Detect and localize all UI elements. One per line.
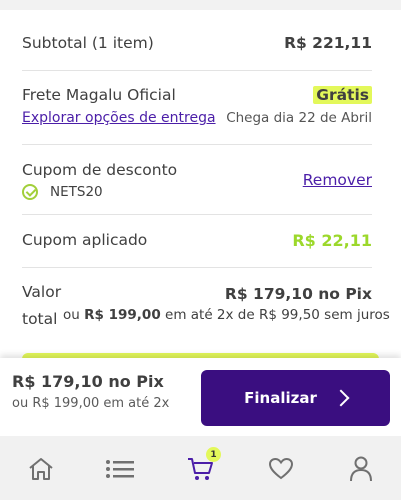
menu-icon <box>106 460 134 478</box>
arrival-date: Chega dia 22 de Abril <box>226 110 372 126</box>
applied-value: R$ 22,11 <box>292 231 372 250</box>
or-text: ou <box>63 307 80 323</box>
divider <box>22 144 372 145</box>
divider <box>22 70 372 71</box>
applied-label: Cupom aplicado <box>22 231 148 249</box>
remove-coupon-link[interactable]: Remover <box>303 171 372 189</box>
divider <box>22 267 372 268</box>
shipping-label: Frete Magalu Oficial <box>22 86 176 104</box>
subtotal-row: Subtotal (1 item) R$ 221,11 <box>22 34 372 52</box>
installments-text: em até 2x de R$ 99,50 sem juros <box>165 307 390 323</box>
total-label-line2: total <box>22 310 58 328</box>
total-label-line1: Valor <box>22 283 62 301</box>
applied-row: Cupom aplicado R$ 22,11 <box>22 231 372 250</box>
total-pix: R$ 179,10 no Pix <box>224 285 372 303</box>
explore-delivery-link[interactable]: Explorar opções de entrega <box>22 110 216 126</box>
coupon-code: NETS20 <box>50 184 103 200</box>
coupon-label: Cupom de desconto <box>22 161 178 179</box>
shipping-row: Frete Magalu Oficial Grátis <box>22 86 372 104</box>
top-strip <box>0 0 401 10</box>
checkout-footer: R$ 179,10 no Pix ou R$ 199,00 em até 2x … <box>0 358 401 436</box>
check-circle-icon <box>22 184 38 200</box>
shipping-details: Explorar opções de entrega Chega dia 22 … <box>22 110 372 126</box>
footer-installments: ou R$ 199,00 em até 2x <box>12 396 170 411</box>
finish-button[interactable]: Finalizar <box>201 370 390 426</box>
chevron-right-icon <box>332 389 350 407</box>
nav-account[interactable] <box>346 454 376 484</box>
free-badge: Grátis <box>313 86 372 104</box>
nav-favorites[interactable] <box>266 454 296 484</box>
subtotal-label: Subtotal (1 item) <box>22 34 154 52</box>
finish-label: Finalizar <box>244 389 317 407</box>
divider <box>22 214 372 215</box>
subtotal-value: R$ 221,11 <box>284 34 372 52</box>
bottom-nav <box>0 436 401 500</box>
heart-icon <box>268 457 294 480</box>
user-icon <box>350 456 372 482</box>
home-icon <box>29 458 53 480</box>
shipping-price: Grátis <box>313 86 372 104</box>
alt-price: R$ 199,00 <box>84 307 161 323</box>
nav-home[interactable] <box>26 454 56 484</box>
total-installments: ou R$ 199,00 em até 2x de R$ 99,50 sem j… <box>63 307 390 323</box>
cart-count-badge: 1 <box>206 447 221 462</box>
footer-pix-price: R$ 179,10 no Pix <box>12 372 164 391</box>
nav-menu[interactable] <box>105 454 135 484</box>
